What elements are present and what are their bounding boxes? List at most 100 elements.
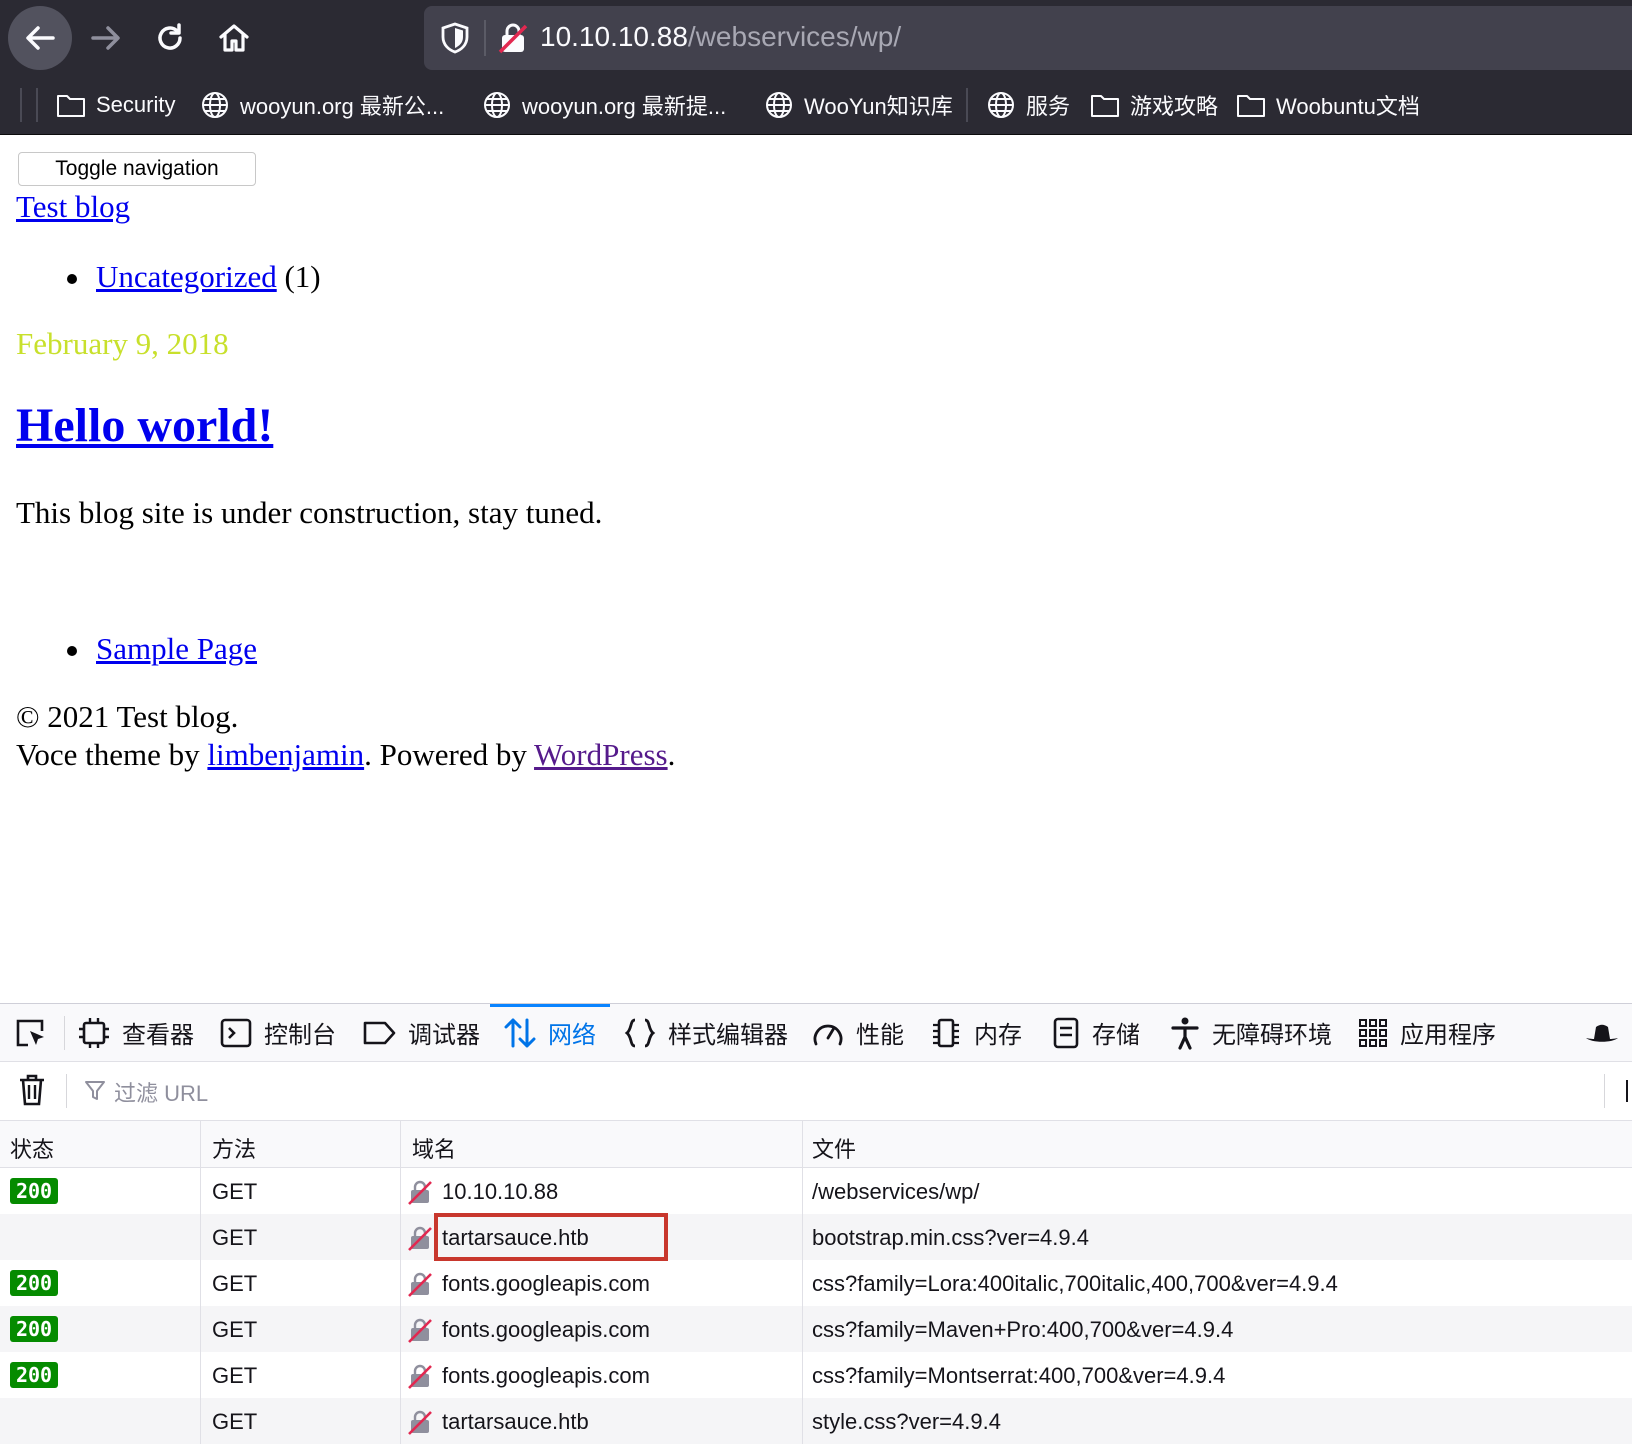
forward-button[interactable]: [74, 6, 138, 70]
column-divider: [400, 1306, 401, 1352]
theme-author-link[interactable]: limbenjamin: [207, 737, 364, 772]
bookmark-wooyun-latest-submitted[interactable]: wooyun.org 最新提...: [482, 86, 726, 124]
tab-label: 无障碍环境: [1212, 1022, 1332, 1049]
site-title-link[interactable]: Test blog: [16, 189, 130, 225]
tab-label: 控制台: [264, 1022, 336, 1049]
status-badge: 200: [10, 1362, 58, 1388]
column-file[interactable]: 文件: [812, 1132, 856, 1164]
filter-url-input[interactable]: 过滤 URL: [114, 1076, 208, 1108]
column-method[interactable]: 方法: [212, 1132, 256, 1164]
url-bar[interactable]: 10.10.10.88/webservices/wp/: [424, 6, 1632, 70]
tab-separator: [64, 1016, 65, 1050]
column-divider: [200, 1260, 201, 1306]
tab-console[interactable]: 控制台: [220, 1004, 336, 1061]
tab-network[interactable]: 网络: [490, 1004, 610, 1061]
reload-icon: [158, 23, 182, 50]
insecure-lock-icon: [408, 1180, 432, 1205]
table-row[interactable]: GET tartarsauce.htb style.css?ver=4.9.4: [0, 1398, 1632, 1444]
file-cell: css?family=Lora:400italic,700italic,400,…: [812, 1271, 1338, 1296]
insecure-lock-icon[interactable]: [498, 22, 528, 54]
bookmark-woobuntu-docs[interactable]: Woobuntu文档: [1236, 86, 1420, 124]
footer-credits: Voce theme by limbenjamin. Powered by Wo…: [16, 736, 675, 774]
bookmark-security[interactable]: Security: [56, 86, 175, 124]
globe-icon: [766, 92, 792, 118]
memory-icon: [933, 1018, 959, 1047]
tab-label: 样式编辑器: [668, 1022, 788, 1049]
table-row[interactable]: 200 GET fonts.googleapis.com css?family=…: [0, 1260, 1632, 1306]
wordpress-link[interactable]: WordPress: [534, 737, 668, 772]
url-text[interactable]: 10.10.10.88/webservices/wp/: [540, 21, 901, 53]
table-row[interactable]: 200 GET 10.10.10.88 /webservices/wp/: [0, 1168, 1632, 1214]
table-row[interactable]: 200 GET fonts.googleapis.com css?family=…: [0, 1306, 1632, 1352]
home-button[interactable]: [202, 6, 266, 70]
file-cell: css?family=Maven+Pro:400,700&ver=4.9.4: [812, 1317, 1234, 1342]
tab-label: 查看器: [122, 1022, 194, 1049]
element-picker-button[interactable]: [14, 1004, 60, 1061]
column-divider: [802, 1306, 803, 1352]
web-page: Toggle navigation Test blog Uncategorize…: [0, 135, 1632, 1003]
bookmark-label: 游戏攻略: [1130, 94, 1219, 119]
domain-cell: fonts.googleapis.com: [442, 1363, 650, 1388]
column-divider: [400, 1121, 401, 1167]
shield-icon[interactable]: [440, 22, 470, 54]
url-separator: [484, 20, 486, 56]
file-cell: css?family=Montserrat:400,700&ver=4.9.4: [812, 1363, 1226, 1388]
hat-icon: [1586, 1024, 1618, 1042]
network-filter-bar: 过滤 URL: [0, 1062, 1632, 1121]
bookmark-services[interactable]: 服务: [986, 86, 1070, 124]
tab-label: 性能: [856, 1022, 904, 1049]
overflow-tabs-button[interactable]: [1584, 1004, 1632, 1061]
insecure-lock-icon: [408, 1410, 432, 1435]
powered-prefix: . Powered by: [364, 737, 535, 772]
domain-cell: fonts.googleapis.com: [442, 1317, 650, 1342]
footer: © 2021 Test blog. Voce theme by limbenja…: [16, 698, 675, 774]
bookmark-wooyun-latest-public[interactable]: wooyun.org 最新公...: [200, 86, 444, 124]
category-link[interactable]: Uncategorized: [96, 259, 277, 294]
column-divider: [400, 1352, 401, 1398]
tab-style-editor[interactable]: 样式编辑器: [624, 1004, 788, 1061]
clear-button[interactable]: [18, 1074, 46, 1111]
insecure-lock-icon: [408, 1318, 432, 1343]
tab-application[interactable]: 应用程序: [1358, 1004, 1496, 1061]
method-cell: GET: [212, 1317, 258, 1342]
category-count: (1): [276, 259, 321, 294]
table-row[interactable]: 200 GET fonts.googleapis.com css?family=…: [0, 1352, 1632, 1398]
devtools-panel: 查看器 控制台 调试器 网络 样式编辑器 性能 内存 存储 无障碍环境 应用程序…: [0, 1003, 1632, 1447]
tab-accessibility[interactable]: 无障碍环境: [1170, 1004, 1332, 1061]
tab-performance[interactable]: 性能: [812, 1004, 904, 1061]
tab-inspector[interactable]: 查看器: [78, 1004, 194, 1061]
tab-storage[interactable]: 存储: [1052, 1004, 1140, 1061]
tab-label: 应用程序: [1400, 1022, 1496, 1049]
toolbar-more[interactable]: [1626, 1080, 1628, 1102]
column-divider: [802, 1121, 803, 1167]
column-divider: [400, 1168, 401, 1214]
post-title-link[interactable]: Hello world!: [16, 398, 273, 453]
bookmark-label: 服务: [1026, 94, 1071, 119]
back-button[interactable]: [8, 6, 72, 70]
bookmark-label: wooyun.org 最新提...: [522, 94, 727, 119]
home-icon: [219, 24, 249, 52]
status-badge: 200: [10, 1316, 58, 1342]
tab-label: 网络: [548, 1022, 596, 1049]
bookmark-label: Woobuntu文档: [1276, 94, 1420, 119]
bookmark-wooyun-knowledge[interactable]: WooYun知识库: [764, 86, 953, 124]
console-icon: [220, 1018, 252, 1047]
bookmark-game-guides[interactable]: 游戏攻略: [1090, 86, 1218, 124]
column-divider: [802, 1214, 803, 1260]
column-divider: [802, 1398, 803, 1444]
method-cell: GET: [212, 1363, 258, 1388]
tab-label: 内存: [974, 1022, 1022, 1049]
tab-memory[interactable]: 内存: [930, 1004, 1022, 1061]
reload-button[interactable]: [138, 6, 202, 70]
column-domain[interactable]: 域名: [412, 1132, 456, 1164]
tab-debugger[interactable]: 调试器: [362, 1004, 480, 1061]
filter-separator: [1604, 1074, 1605, 1108]
browser-toolbar: 10.10.10.88/webservices/wp/: [0, 0, 1632, 76]
network-icon: [504, 1018, 536, 1047]
column-status[interactable]: 状态: [10, 1132, 54, 1164]
toggle-navigation-button[interactable]: Toggle navigation: [18, 152, 256, 186]
table-row[interactable]: GET tartarsauce.htb bootstrap.min.css?ve…: [0, 1214, 1632, 1260]
trash-icon: [20, 1074, 44, 1106]
sample-page-link[interactable]: Sample Page: [96, 631, 257, 667]
domain-cell: tartarsauce.htb: [442, 1409, 589, 1434]
